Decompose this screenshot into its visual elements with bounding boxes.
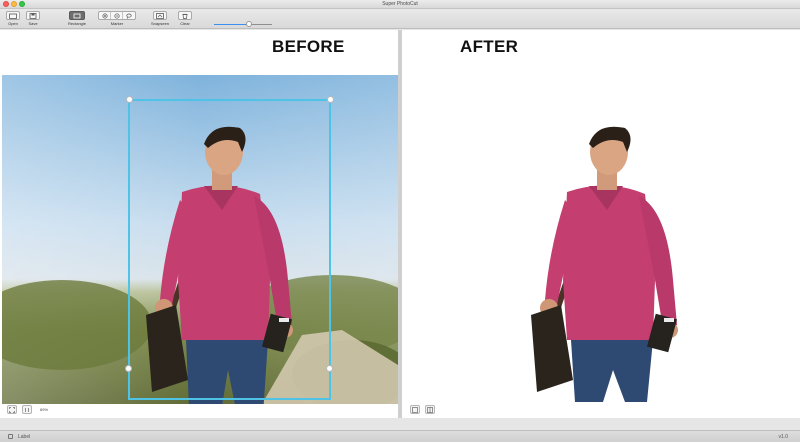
zoom-level: 69% <box>40 407 49 412</box>
marker-lasso-button[interactable] <box>123 12 135 19</box>
add-marker-icon <box>101 12 108 19</box>
app-window: Super PhotoCut Open Save Rectangle Marke… <box>0 0 800 442</box>
before-heading: BEFORE <box>272 37 345 56</box>
clear-label: Clear <box>180 21 190 26</box>
window-title: Super PhotoCut <box>382 1 418 7</box>
marker-tool[interactable]: Marker <box>98 11 136 26</box>
selection-handle-bottom-left[interactable] <box>125 365 132 372</box>
snapshot-icon <box>156 12 164 19</box>
save-label: Save <box>28 21 38 26</box>
rectangle-tool[interactable]: Rectangle <box>68 11 86 26</box>
save-icon <box>29 12 37 19</box>
marker-size-slider[interactable] <box>214 21 272 27</box>
fit-to-window-button[interactable] <box>7 405 17 414</box>
after-heading: AFTER <box>460 37 519 56</box>
rectangle-button[interactable] <box>69 11 85 20</box>
before-panel: BEFORE 69% <box>0 30 398 418</box>
cutout-photo[interactable] <box>522 102 692 405</box>
frame-icon <box>412 406 418 413</box>
rectangle-icon <box>73 13 81 18</box>
version-text: v1.0 <box>778 434 788 440</box>
clear-tool[interactable]: Clear <box>178 11 192 26</box>
actual-size-button[interactable] <box>22 405 32 414</box>
title-bar: Super PhotoCut <box>0 0 800 9</box>
selection-rectangle[interactable] <box>128 99 331 400</box>
selection-handle-top-right[interactable] <box>327 96 334 103</box>
cutout-photo-canvas <box>531 126 678 402</box>
selection-handle-bottom-right[interactable] <box>326 365 333 372</box>
folder-icon <box>9 13 17 19</box>
snapseen-label: Snapseen <box>151 21 170 26</box>
marker-remove-button[interactable] <box>111 12 123 19</box>
status-bar: Label v1.0 <box>0 430 800 442</box>
save-tool[interactable]: Save <box>26 11 40 26</box>
open-label: Open <box>8 21 18 26</box>
marker-add-button[interactable] <box>99 12 111 19</box>
trash-icon <box>182 13 188 19</box>
save-button[interactable] <box>26 11 40 20</box>
clear-button[interactable] <box>178 11 192 20</box>
marker-label: Marker <box>110 21 124 26</box>
marker-size-fill <box>214 24 249 25</box>
label-icon <box>8 434 13 439</box>
after-panel-footer <box>402 402 800 418</box>
status-label: Label <box>18 434 31 440</box>
view-mode-button[interactable] <box>410 405 420 414</box>
lasso-icon <box>126 13 132 19</box>
toolbar: Open Save Rectangle Marker Snapseen Clea… <box>0 9 800 36</box>
person-cutout <box>531 126 678 402</box>
snapseen-tool[interactable]: Snapseen <box>151 11 169 26</box>
actual-size-icon <box>25 407 29 412</box>
snapseen-button[interactable] <box>153 11 167 20</box>
compare-icon <box>427 406 433 413</box>
marker-size-knob[interactable] <box>245 21 252 27</box>
before-panel-footer: 69% <box>0 402 398 418</box>
open-button[interactable] <box>6 11 20 20</box>
compare-button[interactable] <box>425 405 435 414</box>
marker-segmented-control[interactable] <box>98 11 136 20</box>
open-tool[interactable]: Open <box>6 11 20 26</box>
selection-handle-top-left[interactable] <box>126 96 133 103</box>
fit-icon <box>9 406 15 413</box>
rectangle-label: Rectangle <box>68 21 87 26</box>
remove-marker-icon <box>113 12 120 19</box>
after-panel: AFTER <box>402 30 800 418</box>
